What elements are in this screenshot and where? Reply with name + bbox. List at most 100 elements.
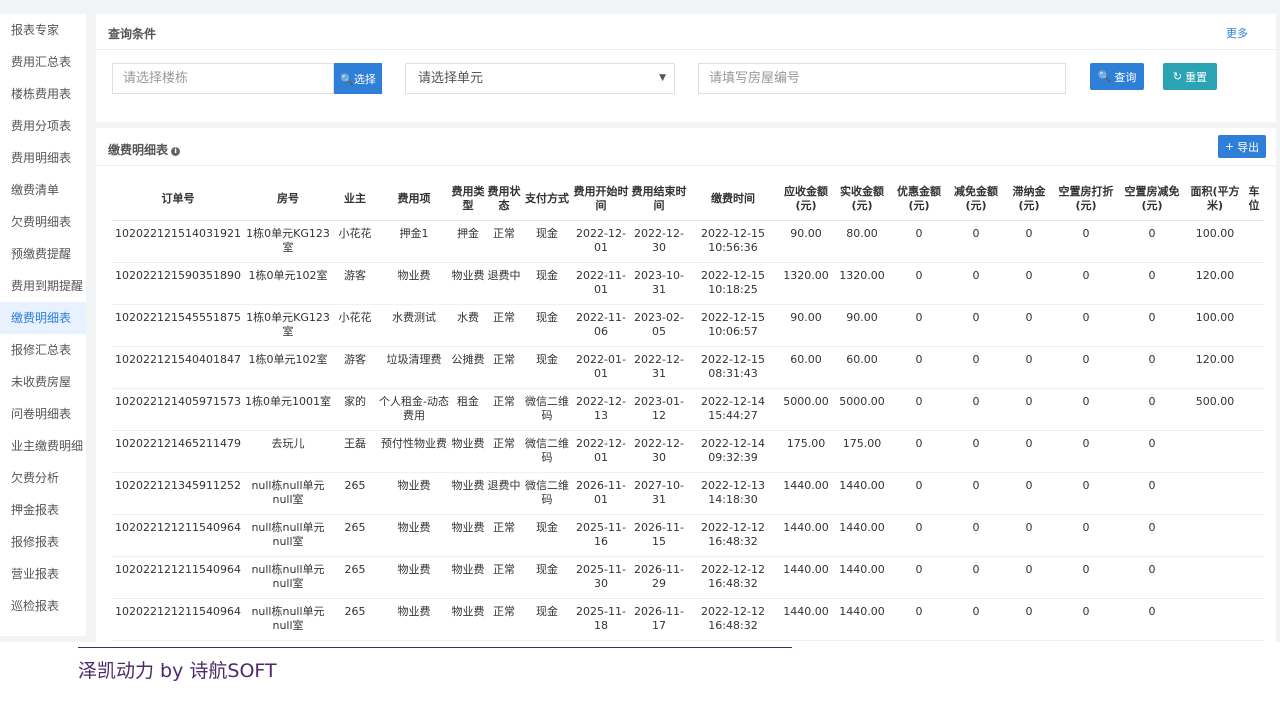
table-row[interactable]: 102022121540401847 1栋0单元102室 游客 垃圾清理费 公摊费 正常现…	[112, 346, 1264, 389]
table-cell: 2025-11-16	[572, 514, 630, 557]
sidebar-item[interactable]: 报表专家	[0, 14, 86, 46]
table-row[interactable]: 102022121465211479 去玩儿 王磊 预付性物业费 物业费 正常 微信二维码 2…	[112, 430, 1264, 473]
table-row[interactable]: 102022121211540964 null栋null单元null室 265 物业费…	[112, 514, 1264, 557]
table-cell: 2022-01-01	[572, 346, 630, 389]
reset-button[interactable]: ↻ 重置	[1163, 63, 1217, 90]
sidebar-item[interactable]: 缴费明细表	[0, 302, 86, 334]
export-button[interactable]: + 导出	[1218, 135, 1266, 158]
table-cell: 102022121590351890	[112, 262, 244, 305]
table-cell: 现金	[522, 346, 572, 389]
table-cell	[1244, 514, 1264, 557]
table-cell: 0	[1004, 598, 1054, 641]
column-header: 面积(平方米)	[1186, 178, 1244, 221]
table-cell: 0	[1054, 346, 1118, 389]
table-row[interactable]: 102022121405971573 1栋0单元1001室 家的 个人租金-动态费用租…	[112, 388, 1264, 431]
sidebar-item[interactable]: 费用汇总表	[0, 46, 86, 78]
sidebar-item[interactable]: 预缴费提醒	[0, 238, 86, 270]
query-button[interactable]: 🔍 查询	[1090, 63, 1144, 90]
table-cell: 1440.00	[778, 556, 834, 599]
table-row[interactable]: 102022121211540964 null栋null单元null室 265 物业费…	[112, 598, 1264, 641]
table-cell: 正常	[486, 304, 522, 347]
table-cell: 0	[1118, 514, 1186, 557]
table-row[interactable]: 102022121211540964 null栋null单元null室 265 物业费…	[112, 556, 1264, 599]
table-row[interactable]: 102022121345911252 null栋null单元null室 265 物业费…	[112, 472, 1264, 515]
table-cell	[1244, 304, 1264, 347]
table-row[interactable]: 102022121514031921 1栋0单元KG123室 小花花 押金1 押金 正常现…	[112, 220, 1264, 263]
table-cell: 2022-12-12 16:48:32	[688, 598, 778, 641]
house-number-input[interactable]	[698, 63, 1066, 94]
table-cell: 120.00	[1186, 346, 1244, 389]
chevron-down-icon: ▼	[659, 73, 666, 83]
table-cell: 王磊	[332, 430, 378, 473]
table-row[interactable]: 102022121545551875 1栋0单元KG123室 小花花 水费测试 水费 正常…	[112, 304, 1264, 347]
table-cell: 0	[1004, 388, 1054, 431]
payment-detail-panel: 缴费明细表 i + 导出 订单号 房号 业主 费用项 费用类型 费用状态 支付方式 费用开始时间费…	[96, 128, 1276, 642]
table-cell: 2022-12-15 10:56:36	[688, 220, 778, 263]
table-cell: 0	[948, 220, 1004, 263]
table-cell: 现金	[522, 556, 572, 599]
table-cell: 0	[1004, 220, 1054, 263]
table-cell: 0	[890, 388, 948, 431]
sidebar-item[interactable]: 费用明细表	[0, 142, 86, 174]
table-cell: 2026-11-29	[630, 556, 688, 599]
column-header: 费用类型	[450, 178, 486, 221]
building-input[interactable]	[112, 63, 334, 94]
table-cell: 现金	[522, 304, 572, 347]
column-header: 空置房打折(元)	[1054, 178, 1118, 221]
table-cell: 102022121465211479	[112, 430, 244, 473]
table-cell: 1440.00	[834, 514, 890, 557]
table-cell: 5000.00	[834, 388, 890, 431]
sidebar-item[interactable]: 报修汇总表	[0, 334, 86, 366]
reset-button-label: 重置	[1185, 70, 1208, 84]
sidebar-item[interactable]: 楼栋费用表	[0, 78, 86, 110]
sidebar-item[interactable]: 业主缴费明细	[0, 430, 86, 462]
more-link[interactable]: 更多	[1226, 25, 1248, 41]
table-cell: 0	[1054, 472, 1118, 515]
sidebar-item[interactable]: 缴费清单	[0, 174, 86, 206]
table-cell: 0	[1118, 262, 1186, 305]
table-cell: 小花花	[332, 220, 378, 263]
sidebar-item[interactable]: 费用到期提醒	[0, 270, 86, 302]
column-header: 费用项	[378, 178, 450, 221]
table-cell: 2023-10-31	[630, 262, 688, 305]
table-cell: 2022-12-30	[630, 430, 688, 473]
info-icon[interactable]: i	[171, 147, 181, 156]
table-cell: 0	[1118, 430, 1186, 473]
table-cell: 2022-12-30	[630, 220, 688, 263]
table-cell: 60.00	[834, 346, 890, 389]
table-cell: 正常	[486, 220, 522, 263]
sidebar-item[interactable]: 问卷明细表	[0, 398, 86, 430]
table-cell: 0	[1118, 556, 1186, 599]
sidebar-item[interactable]: 报修报表	[0, 526, 86, 558]
table-row[interactable]: 102022121590351890 1栋0单元102室 游客 物业费 物业费 退费中 现金…	[112, 262, 1264, 305]
table-cell: 物业费	[450, 556, 486, 599]
table-cell: 退费中	[486, 262, 522, 305]
table-cell: 0	[948, 514, 1004, 557]
unit-select[interactable]: 请选择单元 ▼	[405, 63, 675, 94]
column-header: 业主	[332, 178, 378, 221]
table-cell: 100.00	[1186, 304, 1244, 347]
sidebar-item[interactable]: 营业报表	[0, 558, 86, 590]
table-cell: 2022-12-13	[572, 388, 630, 431]
table-cell: 2022-12-15 10:18:25	[688, 262, 778, 305]
table-cell: 1320.00	[834, 262, 890, 305]
table-cell: 102022121405971573	[112, 388, 244, 431]
search-icon: 🔍	[1097, 70, 1112, 83]
sidebar-item[interactable]: 巡检报表	[0, 590, 86, 622]
table-cell: null栋null单元null室	[244, 472, 332, 515]
table-cell: 2022-12-14 15:44:27	[688, 388, 778, 431]
table-cell: 1栋0单元102室	[244, 346, 332, 389]
sidebar-item[interactable]: 欠费明细表	[0, 206, 86, 238]
sidebar-item[interactable]: 未收费房屋	[0, 366, 86, 398]
table-cell: 1栋0单元102室	[244, 262, 332, 305]
table-title-text: 缴费明细表	[108, 143, 169, 157]
sidebar-item[interactable]: 押金报表	[0, 494, 86, 526]
sidebar-item[interactable]: 费用分项表	[0, 110, 86, 142]
column-header: 房号	[244, 178, 332, 221]
table-cell: 0	[1004, 556, 1054, 599]
select-building-button[interactable]: 🔍选择	[334, 63, 382, 94]
table-cell: 265	[332, 556, 378, 599]
sidebar-item[interactable]: 欠费分析	[0, 462, 86, 494]
column-header: 滞纳金(元)	[1004, 178, 1054, 221]
table-cell: 1440.00	[834, 556, 890, 599]
